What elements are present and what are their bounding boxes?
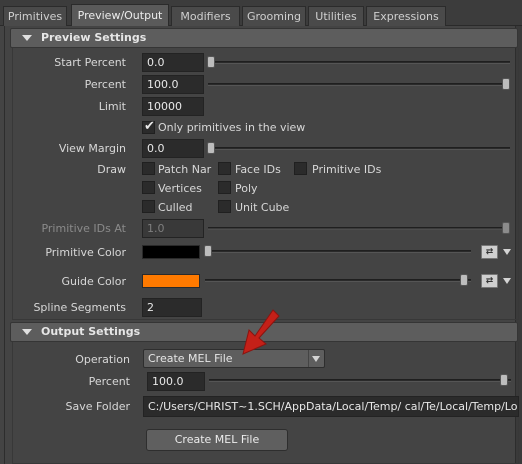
only-primitives-checkbox[interactable]: ✔	[142, 119, 155, 134]
unit-cube-checkbox[interactable]	[218, 200, 231, 213]
culled-label: Culled	[158, 201, 193, 214]
tab-bar: Primitives Preview/Output Modifiers Groo…	[0, 0, 522, 26]
face-ids-label: Face IDs	[235, 163, 281, 176]
primitive-ids-at-slider	[208, 227, 510, 230]
preview-output-panel: Preview Settings Start Percent 0.0 Perce…	[4, 26, 519, 464]
annotation-arrow-icon	[242, 309, 280, 355]
map-texture-icon[interactable]: ⇄	[481, 245, 498, 259]
guide-color-slider[interactable]	[205, 279, 471, 282]
tab-grooming[interactable]: Grooming	[242, 6, 306, 26]
output-percent-slider-thumb[interactable]	[500, 374, 508, 386]
output-percent-label: Percent	[88, 375, 130, 388]
view-margin-field[interactable]: 0.0	[142, 139, 204, 158]
output-percent-slider[interactable]	[209, 379, 511, 382]
start-percent-slider-thumb[interactable]	[207, 56, 215, 68]
primitive-color-slider[interactable]	[205, 250, 471, 253]
output-settings-title: Output Settings	[41, 325, 141, 338]
tab-expressions[interactable]: Expressions	[366, 6, 446, 26]
operation-dropdown[interactable]: Create MEL File	[143, 349, 325, 368]
patch-names-label: Patch Nar	[158, 163, 212, 176]
unit-cube-label: Unit Cube	[235, 201, 290, 214]
tab-preview-output[interactable]: Preview/Output	[71, 4, 169, 26]
spline-segments-field[interactable]: 2	[142, 298, 202, 317]
save-folder-label: Save Folder	[65, 400, 131, 413]
primitive-ids-checkbox[interactable]	[294, 162, 307, 175]
limit-field[interactable]: 10000	[142, 97, 204, 116]
save-folder-field[interactable]: C:/Users/CHRIST~1.SCH/AppData/Local/Temp…	[143, 396, 519, 417]
tab-modifiers[interactable]: Modifiers	[171, 6, 240, 26]
primitive-color-swatch[interactable]	[142, 245, 200, 259]
tab-primitives[interactable]: Primitives	[3, 6, 67, 26]
only-primitives-label: Only primitives in the view	[158, 121, 306, 134]
percent-slider[interactable]	[208, 83, 510, 86]
operation-label: Operation	[75, 353, 130, 366]
primitive-ids-at-label: Primitive IDs At	[41, 222, 126, 235]
primitive-ids-at-field: 1.0	[142, 219, 204, 238]
collapse-triangle-icon	[22, 329, 32, 335]
start-percent-slider[interactable]	[208, 61, 510, 64]
guide-color-swatch[interactable]	[142, 274, 200, 288]
create-mel-file-button[interactable]: Create MEL File	[146, 429, 288, 451]
spline-segments-label: Spline Segments	[33, 301, 126, 314]
operation-value: Create MEL File	[148, 352, 233, 365]
view-margin-slider[interactable]	[208, 147, 510, 150]
face-ids-checkbox[interactable]	[218, 162, 231, 175]
tab-utilities[interactable]: Utilities	[308, 6, 364, 26]
draw-label: Draw	[97, 163, 126, 176]
vertices-label: Vertices	[158, 182, 202, 195]
primitive-color-label: Primitive Color	[45, 246, 126, 259]
primitive-color-slider-thumb[interactable]	[204, 245, 212, 257]
patch-names-checkbox[interactable]	[142, 162, 155, 175]
chevron-down-icon	[312, 356, 320, 362]
output-percent-field[interactable]: 100.0	[147, 372, 205, 391]
preview-settings-header[interactable]: Preview Settings	[10, 28, 518, 48]
guide-color-slider-thumb[interactable]	[460, 274, 468, 286]
checkmark-icon: ✔	[144, 119, 155, 134]
poly-checkbox[interactable]	[218, 181, 231, 194]
limit-label: Limit	[98, 100, 126, 113]
map-texture-icon[interactable]: ⇄	[481, 274, 498, 288]
view-margin-slider-thumb[interactable]	[207, 142, 215, 154]
guide-color-label: Guide Color	[61, 275, 126, 288]
percent-field[interactable]: 100.0	[142, 75, 204, 94]
poly-label: Poly	[235, 182, 258, 195]
dropdown-arrow-icon[interactable]	[503, 278, 511, 284]
start-percent-field[interactable]: 0.0	[142, 53, 204, 72]
percent-slider-thumb[interactable]	[502, 78, 510, 90]
culled-checkbox[interactable]	[142, 200, 155, 213]
view-margin-label: View Margin	[58, 142, 126, 155]
preview-settings-title: Preview Settings	[41, 31, 147, 44]
collapse-triangle-icon	[22, 35, 32, 41]
dropdown-arrow-icon[interactable]	[503, 249, 511, 255]
primitive-ids-at-slider-thumb	[502, 222, 510, 234]
start-percent-label: Start Percent	[54, 56, 126, 69]
primitive-ids-label: Primitive IDs	[312, 163, 382, 176]
percent-label: Percent	[84, 78, 126, 91]
vertices-checkbox[interactable]	[142, 181, 155, 194]
